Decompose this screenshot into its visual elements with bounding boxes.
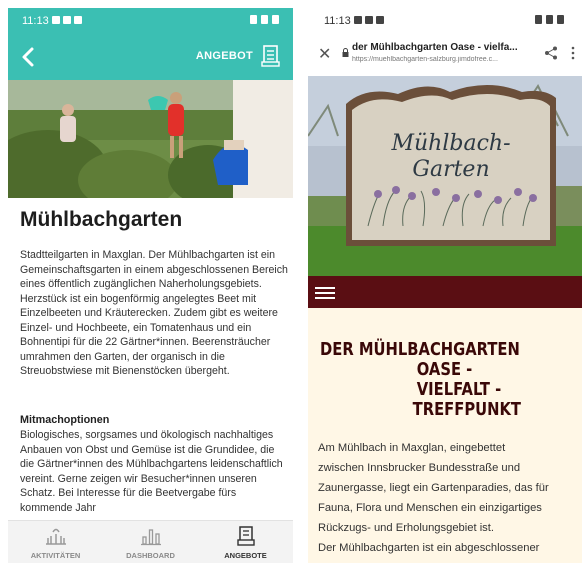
hamburger-menu-icon[interactable] [314,285,336,301]
app-bar: ANGEBOT [8,34,293,80]
share-icon[interactable] [544,46,558,60]
status-time: 11:13 [22,15,49,27]
body-line: zwischen Innsbrucker Bundesstraße und [318,462,521,474]
description-text: Stadtteilgarten in Maxglan. Der Mühlbach… [20,249,288,377]
body-line: Am Mühlbach in Maxglan, eingebettet [318,442,506,454]
body-line: Fauna, Flora und Menschen ein einzigarti… [318,502,542,514]
lock-icon [342,48,349,57]
status-bar: 11:13 [308,8,582,34]
system-icons [250,15,279,24]
site-menu-bar [308,276,582,308]
section-title: Mitmachoptionen [20,414,110,426]
body-line: Zaunergasse, liegt ein Gartenparadies, d… [318,482,549,494]
offer-button[interactable]: ANGEBOT [196,50,253,62]
notification-icons [354,16,384,24]
heading-line-3: TREFFPUNKT [412,399,522,420]
page-title: Mühlbachgarten [20,208,183,231]
garden-photo [8,80,293,198]
back-arrow-icon[interactable] [18,46,40,68]
section-text: Biologisches, sorgsames und ökologisch n… [20,429,283,514]
offers-icon [236,526,255,546]
site-body-text: Am Mühlbach in Maxglan, eingebettet zwis… [318,438,582,558]
heading-line-1: DER MÜHLBACHGARTEN [320,339,520,360]
status-time: 11:13 [324,15,351,27]
browser-screen: 11:13 ✕ der Mühlbachgarten Oase - vielfa… [308,8,582,563]
nav-dashboard-label: DASHBOARD [126,551,175,560]
nav-offers[interactable]: ANGEBOTE [198,521,293,563]
status-bar: 11:13 [8,8,293,34]
sign-text-line-1: Mühlbach- [390,131,510,156]
url-text[interactable]: https://muehlbachgarten-salzburg.jimdofr… [352,56,532,63]
nav-activities-label: AKTIVITÄTEN [30,551,81,560]
nav-activities[interactable]: AKTIVITÄTEN [8,521,103,563]
close-icon[interactable]: ✕ [318,44,331,64]
dashboard-icon [140,529,161,546]
page-title: der Mühlbachgarten Oase - vielfa... [352,42,518,53]
nav-offers-label: ANGEBOTE [224,551,267,560]
browser-toolbar: ✕ der Mühlbachgarten Oase - vielfa... ht… [308,34,582,77]
document-icon[interactable] [261,44,281,68]
garden-sign-photo: Mühlbach- Garten [308,76,582,276]
notification-icons [52,16,82,24]
bottom-navigation: AKTIVITÄTEN DASHBOARD ANGEBOTE [8,520,293,563]
heading-line-2: OASE - VIELFALT - [416,359,502,400]
sign-text-line-2: Garten [412,157,489,182]
app-screen: 11:13 ANGEBOT Mühlbachgarten Stadtteilga… [8,8,293,563]
system-icons [535,15,564,24]
body-line: Der Mühlbachgarten ist ein abgeschlossen… [318,542,540,554]
nav-dashboard[interactable]: DASHBOARD [103,521,198,563]
more-menu-icon[interactable] [570,46,576,60]
activities-icon [45,528,66,545]
body-line: Rückzugs- und Erholungsgebiet ist. [318,522,494,534]
site-heading: DER MÜHLBACHGARTEN OASE - VIELFALT - TRE… [320,340,532,420]
